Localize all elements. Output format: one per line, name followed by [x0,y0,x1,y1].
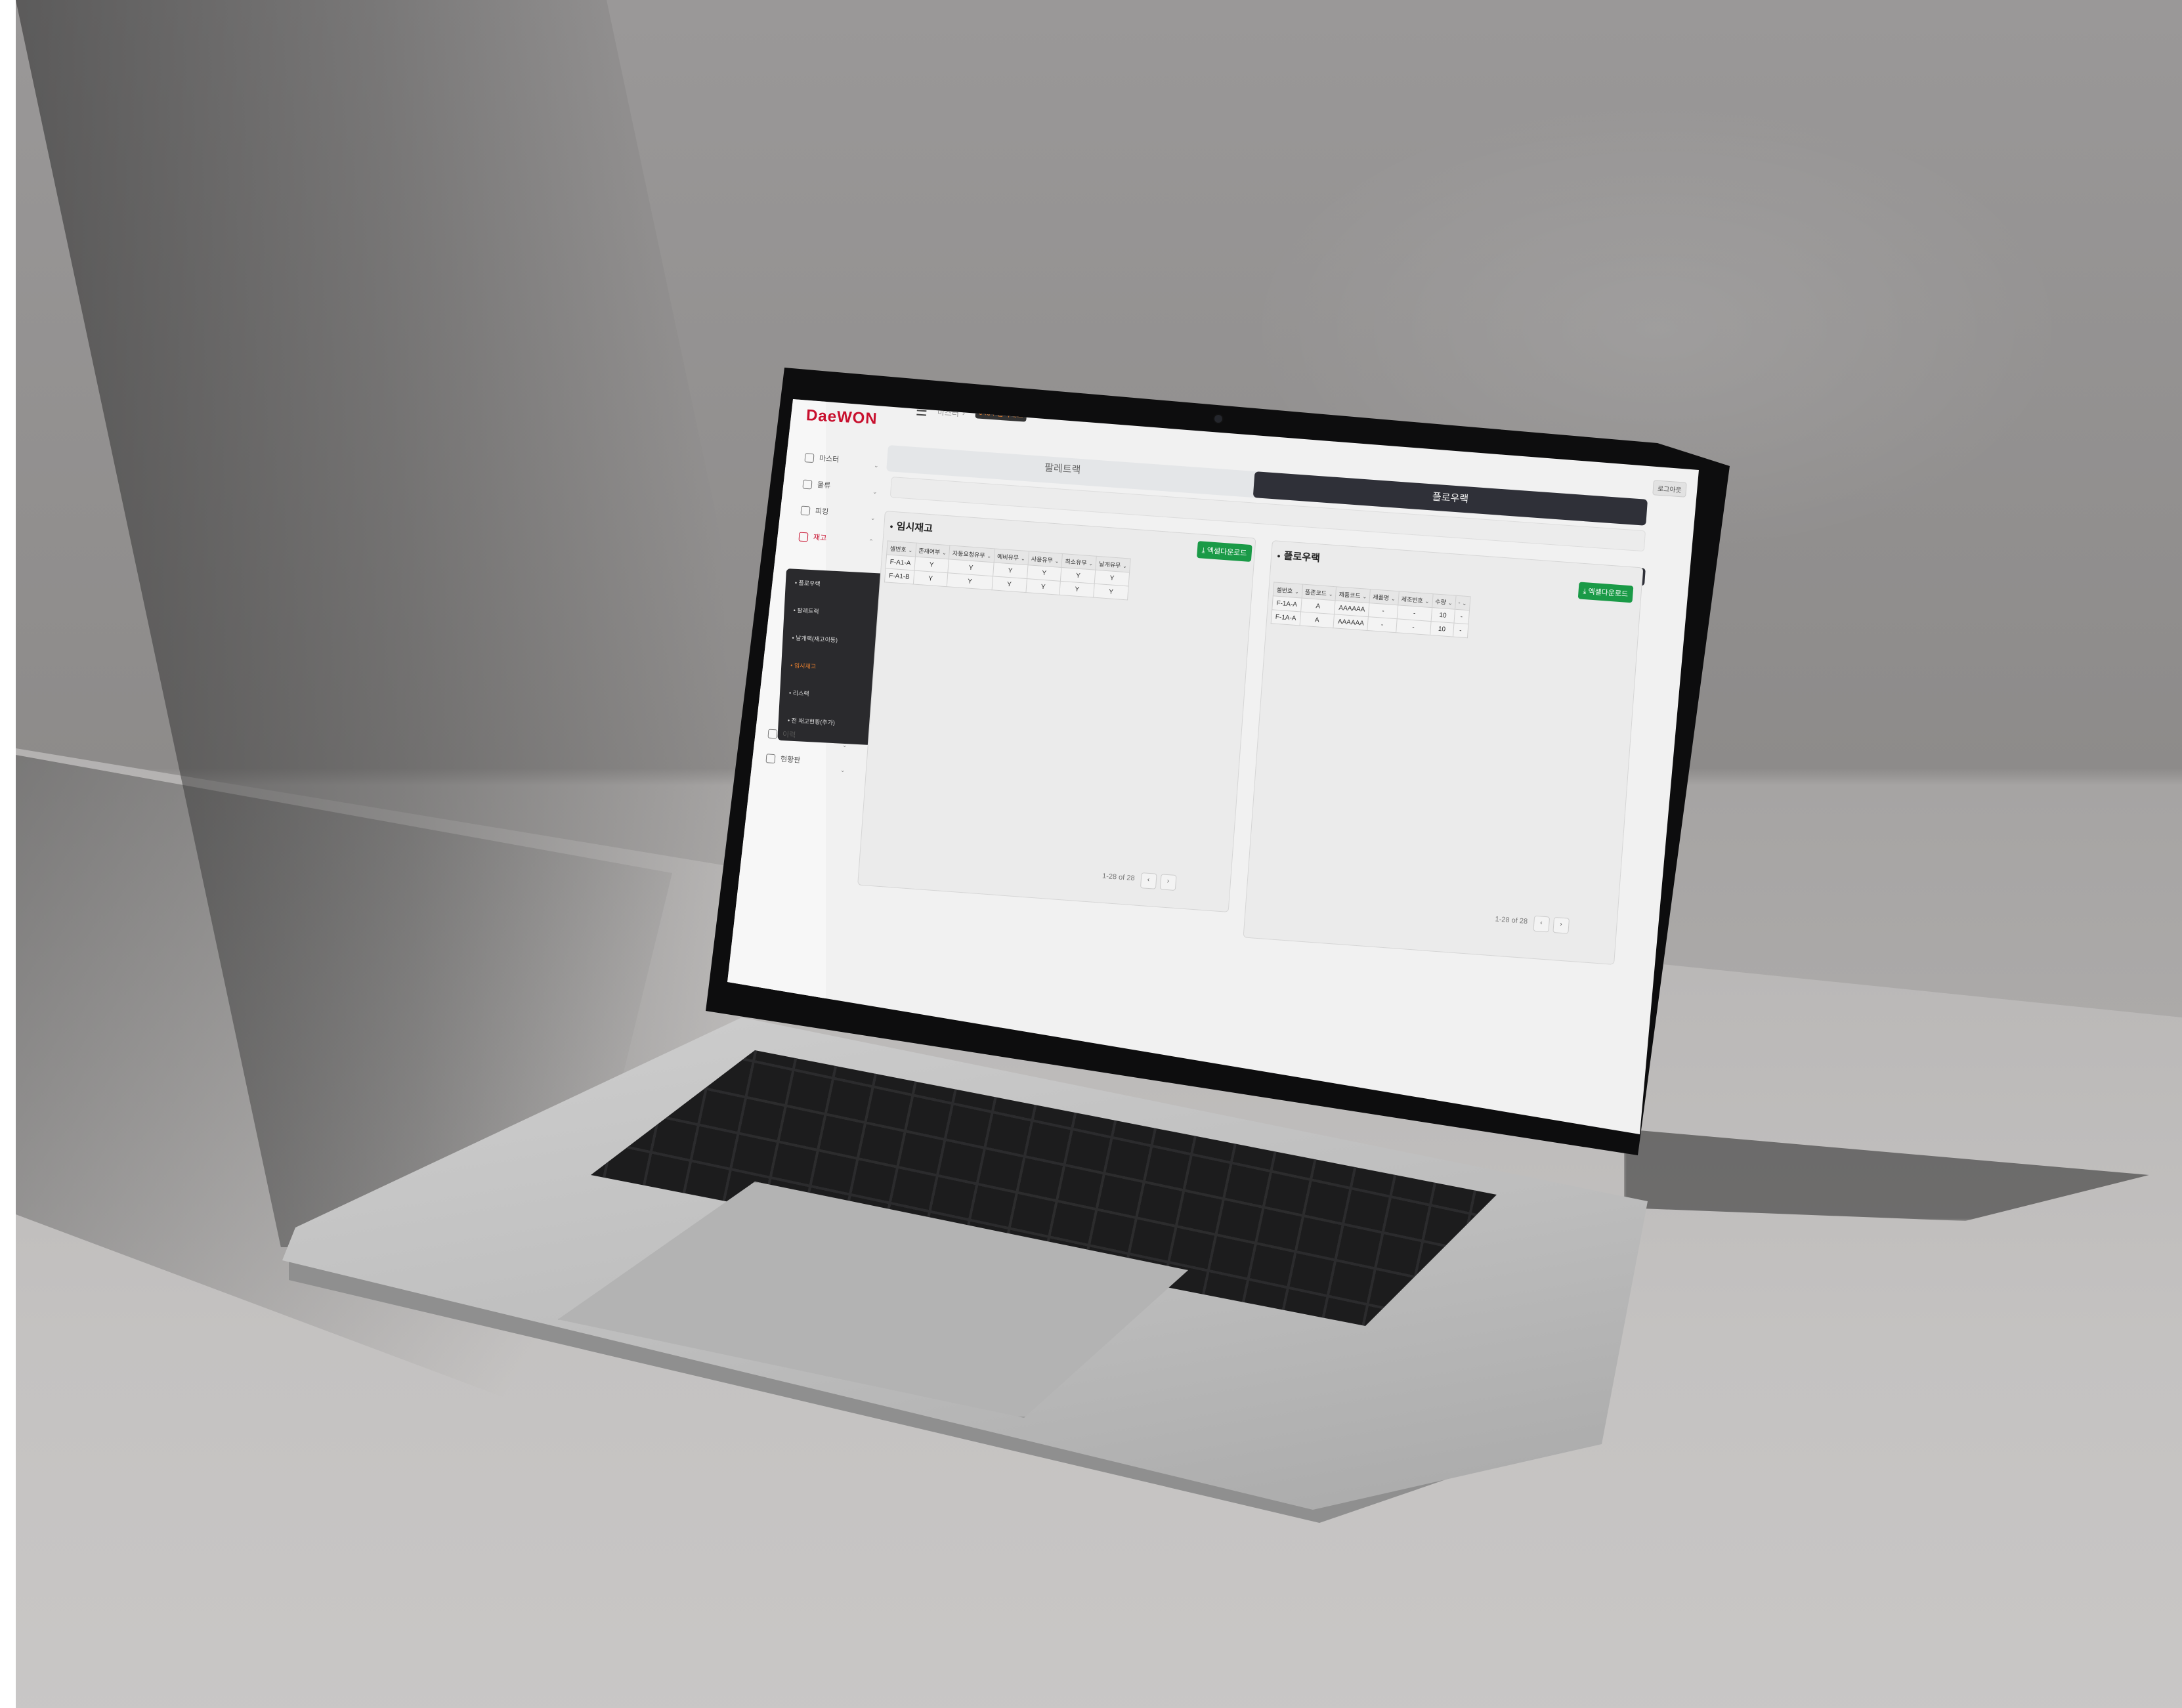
next-page-button[interactable]: › [1159,874,1177,891]
sidebar-item-label: 현황판 [780,755,801,765]
dashboard-icon [765,754,776,764]
flow-rack-table: 셀번호 ⌄ 품존코드 ⌄ 제품코드 ⌄ 제품명 ⌄ 제조번호 ⌄ 수량 ⌄ - ⌄ F-1A-… [1271,582,1470,638]
tag-icon [804,453,815,463]
sidebar-item-label: 마스터 [819,454,840,464]
brand-logo: DaeWON [805,406,878,428]
panel-title: 플로우랙 [1277,548,1321,565]
chevron-down-icon: ⌄ [873,461,879,469]
panel-title: 임시재고 [889,519,933,536]
submenu-item[interactable]: • 플로우랙 [795,578,821,588]
flow-rack-panel: 플로우랙 ⤓ 엑셀다운로드 셀번호⌄ 품존코드⌄ 제품코드⌄ 제품명⌄ 제조번호… [1243,540,1644,965]
pagination: 1-28 of 28 ‹ › [1102,870,1177,891]
temp-stock-table: 셀번호 ⌄ 존재여부 ⌄ 자동요청유무 ⌄ 예비유무 ⌄ 사용유무 ⌄ 최소유무 ⌄ 날개유… [884,540,1131,600]
sidebar-item-picking[interactable]: 피킹 [800,505,829,517]
pagination-range: 1-28 of 28 [1495,915,1528,926]
camera-icon [1213,414,1224,424]
submenu-item[interactable]: • 전 재고현황(추가) [788,715,836,727]
box-icon [800,505,811,516]
submenu-item[interactable]: • 리스랙 [789,688,809,698]
truck-icon [802,479,813,490]
prev-page-button[interactable]: ‹ [1140,872,1157,889]
logout-button[interactable]: 로그아웃 [1652,480,1687,498]
column-header[interactable]: - ⌄ [1455,595,1470,610]
prev-page-button[interactable]: ‹ [1533,915,1550,933]
chevron-up-icon: ⌃ [868,538,874,545]
submenu-item[interactable]: • 날개랙(재고이동) [792,633,838,645]
chevron-down-icon: ⌄ [842,741,847,749]
chevron-down-icon: ⌄ [870,514,876,522]
column-header[interactable]: 수량 ⌄ [1432,593,1456,610]
chevron-down-icon: ⌄ [872,488,878,496]
chevron-down-icon: ⌄ [840,766,845,774]
history-icon [767,729,778,739]
tab-pallet-rack[interactable]: 팔레트랙 [1044,460,1081,477]
pagination: 1-28 of 28 ‹ › [1495,912,1570,934]
sidebar-item-label: 피킹 [815,507,829,517]
sidebar-item-label: 물류 [817,481,831,490]
inventory-submenu: • 플로우랙 • 팔레트랙 • 날개랙(재고이동) • 임시재고 • 리스랙 •… [777,568,885,746]
sidebar-item-label: 이력 [782,731,796,740]
next-page-button[interactable]: › [1552,916,1570,934]
temp-stock-panel: 임시재고 ⤓ 엑셀다운로드 셀번호⌄ 존재여부⌄ 자동요청유무⌄ 예비유무⌄ 사… [857,511,1256,912]
submenu-item[interactable]: • 팔레트랙 [793,606,819,616]
sidebar-item-history[interactable]: 이력 [767,728,796,740]
submenu-item-current[interactable]: • 임시재고 [790,661,816,671]
sidebar-item-label: 재고 [813,534,827,543]
sidebar-item-inventory[interactable]: 재고 [798,531,827,544]
excel-download-button[interactable]: ⤓ 엑셀다운로드 [1577,582,1634,603]
sidebar-item-logistics[interactable]: 물류 [802,479,831,491]
inventory-icon [798,532,809,542]
excel-download-button[interactable]: ⤓ 엑셀다운로드 [1197,541,1252,563]
pagination-range: 1-28 of 28 [1102,872,1135,883]
